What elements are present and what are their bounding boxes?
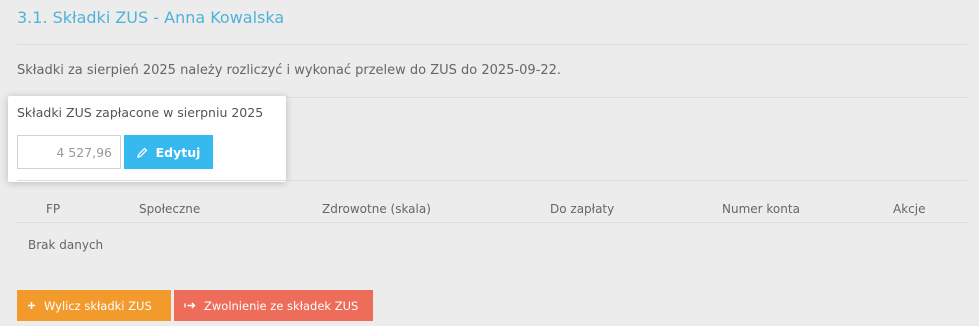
table-header-divider [17,222,967,223]
contribution-exemption-label: Zwolnienie ze składek ZUS [204,298,359,313]
paid-contributions-label: Składki ZUS zapłacone w sierpniu 2025 [17,105,264,120]
contributions-table-header: FP Społeczne Zdrowotne (skala) Do zapłat… [17,202,967,222]
pencil-icon [136,147,148,158]
column-header-account-number: Numer konta [722,202,800,216]
edit-button-label: Edytuj [155,144,201,160]
contribution-exemption-button[interactable]: Zwolnienie ze składek ZUS [174,290,373,321]
column-header-amount-due: Do zapłaty [550,202,615,216]
paid-contributions-card: Składki ZUS zapłacone w sierpniu 2025 Ed… [8,96,286,182]
calculate-contributions-label: Wylicz składki ZUS [44,298,152,313]
exit-arrow-icon [184,301,196,310]
column-header-fp: FP [46,202,61,216]
calculate-contributions-button[interactable]: Wylicz składki ZUS [17,290,171,321]
column-header-health: Zdrowotne (skala) [322,202,431,216]
deadline-info-text: Składki za sierpień 2025 należy rozliczy… [17,63,562,78]
table-empty-text: Brak danych [28,238,104,252]
section-divider [17,180,967,181]
column-header-actions: Akcje [893,202,926,216]
plus-icon [27,301,36,310]
title-divider [17,44,967,45]
column-header-social: Społeczne [139,202,201,216]
paid-amount-input[interactable] [17,135,121,169]
edit-button[interactable]: Edytuj [124,135,213,169]
page-title: 3.1. Składki ZUS - Anna Kowalska [17,8,285,27]
